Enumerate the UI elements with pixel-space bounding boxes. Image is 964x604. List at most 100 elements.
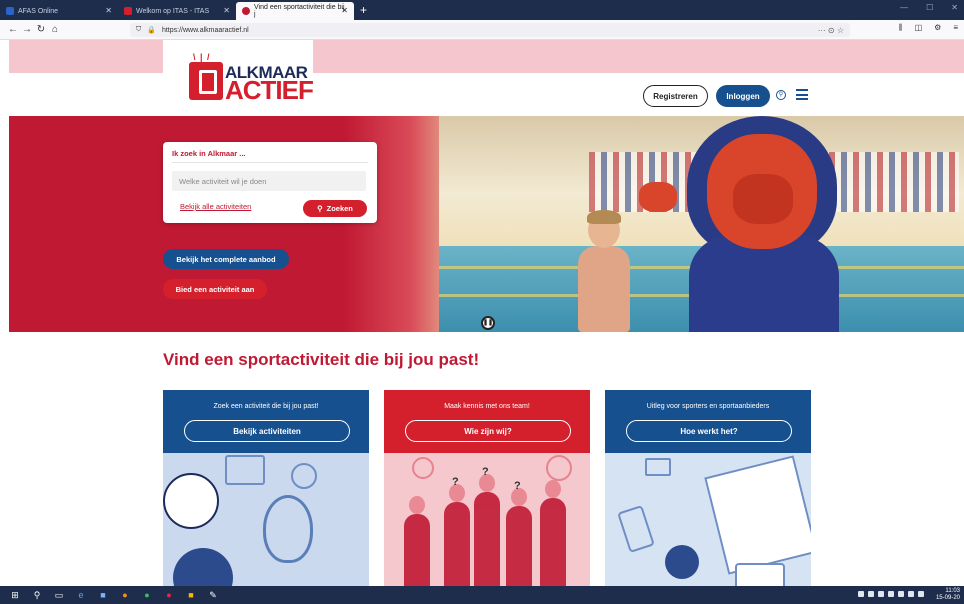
url-text: https://www.alkmaaractief.nl	[161, 26, 249, 34]
hero-banner	[9, 116, 964, 332]
tab-label: Welkom op ITAS - ITAS	[136, 7, 210, 15]
phone-icon	[617, 505, 655, 553]
sports-equipment-image	[163, 453, 369, 586]
logo-figure-icon	[189, 62, 223, 100]
register-button[interactable]: Registreren	[643, 85, 708, 107]
store-icon[interactable]: ■	[92, 590, 114, 600]
clock[interactable]: 11:03 15-09-20	[936, 588, 960, 602]
search-button[interactable]: ⚲ Zoeken	[303, 200, 367, 217]
maximize-icon[interactable]: ☐	[926, 3, 933, 12]
tennis-racket-icon	[263, 495, 313, 563]
reload-icon[interactable]: ↻	[34, 24, 48, 35]
close-tab-icon[interactable]: ✕	[341, 6, 348, 15]
logo-line2: ACTIEF	[225, 75, 314, 105]
menu-icon[interactable]: ≡	[953, 23, 958, 33]
card-caption: Maak kennis met ons team!	[444, 403, 530, 410]
tab-label: AFAS Online	[18, 7, 59, 15]
tab-label: Vind een sportactiviteit die bij j	[254, 4, 345, 18]
hero-photo-boy	[574, 210, 634, 332]
home-icon[interactable]: ⌂	[48, 24, 62, 35]
team-photo-image: ? ? ?	[384, 453, 590, 586]
hamburger-menu-icon[interactable]	[796, 89, 808, 100]
tray-icon[interactable]	[868, 591, 874, 597]
palette-icon	[291, 463, 317, 489]
search-button-label: Zoeken	[326, 204, 353, 213]
tab-afas-online[interactable]: AFAS Online ✕	[0, 2, 118, 20]
search-icon: ⚲	[317, 204, 323, 213]
windows-taskbar: ⊞ ⚲ ▭ e ■ ● ● ● ■ ✎ 11:03 15-09-20	[0, 586, 964, 604]
address-bar[interactable]: ⛉ 🔒 https://www.alkmaaractief.nl ··· ⊙ ☆	[130, 23, 850, 37]
minimize-icon[interactable]: —	[900, 3, 908, 12]
envelope-icon	[645, 458, 671, 476]
new-tab-button[interactable]: +	[354, 2, 373, 20]
desk-items-image	[605, 453, 811, 586]
tray-icon[interactable]	[878, 591, 884, 597]
page-actions[interactable]: ··· ⊙ ☆	[818, 26, 844, 35]
tray-icon[interactable]	[898, 591, 904, 597]
pause-slideshow-icon[interactable]: ❚❚	[481, 316, 495, 330]
app-icon[interactable]: ●	[158, 590, 180, 600]
activity-search-input[interactable]: Welke activiteit wil je doen	[172, 171, 366, 191]
sidebar-icon[interactable]: ◫	[915, 23, 923, 33]
firefox-icon[interactable]: ●	[114, 590, 136, 600]
hero-photo-mascot	[639, 116, 849, 332]
clock-date: 15-09-20	[935, 595, 960, 601]
tab-alkmaar-actief[interactable]: Vind een sportactiviteit die bij j ✕	[236, 2, 354, 20]
book-icon	[225, 455, 265, 485]
site-logo[interactable]: \ | / ALKMAAR ACTIEF	[163, 40, 314, 116]
complete-offer-button[interactable]: Bekijk het complete aanbod	[163, 249, 289, 269]
football-icon	[163, 473, 219, 529]
volume-icon[interactable]	[918, 591, 924, 597]
card-header: Maak kennis met ons team! Wie zijn wij?	[384, 390, 590, 453]
search-title: Ik zoek in Alkmaar ...	[172, 149, 246, 158]
extension-icon[interactable]: ⚙	[934, 23, 941, 33]
clock-time: 11:03	[945, 588, 960, 594]
who-are-we-button[interactable]: Wie zijn wij?	[405, 420, 571, 442]
lock-icon: 🔒	[147, 27, 156, 34]
login-button[interactable]: Inloggen	[716, 85, 770, 107]
how-it-works-button[interactable]: Hoe werkt het?	[626, 420, 792, 442]
logo-rays-icon: \ | /	[193, 52, 211, 62]
team-member	[540, 480, 566, 586]
card-meet-team: Maak kennis met ons team! Wie zijn wij? …	[384, 390, 590, 586]
search-placeholder: Welke activiteit wil je doen	[179, 176, 267, 186]
page-headline: Vind een sportactiviteit die bij jou pas…	[163, 350, 480, 369]
coffee-cup-icon	[665, 545, 699, 579]
task-view-icon[interactable]: ▭	[48, 590, 70, 601]
edge-icon[interactable]: e	[70, 590, 92, 600]
all-activities-link[interactable]: Bekijk alle activiteiten	[180, 202, 251, 211]
back-icon[interactable]: ←	[6, 24, 20, 35]
card-explanation: Uitleg voor sporters en sportaanbieders …	[605, 390, 811, 586]
system-tray	[858, 591, 924, 597]
team-member	[404, 496, 430, 586]
network-icon[interactable]	[908, 591, 914, 597]
racket-icon	[412, 457, 434, 479]
search-icon[interactable]: ⚲	[26, 590, 48, 601]
tray-icon[interactable]	[888, 591, 894, 597]
tray-icon[interactable]	[858, 591, 864, 597]
alkmaar-favicon-icon	[242, 7, 250, 15]
close-tab-icon[interactable]: ✕	[105, 6, 112, 15]
explorer-icon[interactable]: ■	[180, 590, 202, 600]
basketball-icon	[173, 548, 233, 586]
start-icon[interactable]: ⊞	[4, 590, 26, 601]
close-window-icon[interactable]: ✕	[951, 3, 958, 12]
card-caption: Zoek een activiteit die bij jou past!	[213, 403, 319, 410]
close-tab-icon[interactable]: ✕	[223, 6, 230, 15]
search-card: Ik zoek in Alkmaar ... Welke activiteit …	[163, 142, 377, 223]
tab-itas[interactable]: Welkom op ITAS - ITAS ✕	[118, 2, 236, 20]
paint-icon[interactable]: ✎	[202, 590, 224, 601]
ball-icon	[546, 455, 572, 481]
forward-icon[interactable]: →	[20, 24, 34, 35]
window-controls: — ☐ ✕	[900, 3, 958, 12]
itas-favicon-icon	[124, 7, 132, 15]
card-header: Zoek een activiteit die bij jou past! Be…	[163, 390, 369, 453]
view-activities-button[interactable]: Bekijk activiteiten	[184, 420, 350, 442]
accessibility-icon[interactable]: ⚲	[776, 90, 786, 100]
card-caption: Uitleg voor sporters en sportaanbieders	[646, 403, 770, 410]
provide-activity-button[interactable]: Bied een activiteit aan	[163, 279, 267, 299]
afas-favicon-icon	[6, 7, 14, 15]
chrome-icon[interactable]: ●	[136, 590, 158, 600]
library-icon[interactable]: ⫼	[899, 23, 903, 33]
card-header: Uitleg voor sporters en sportaanbieders …	[605, 390, 811, 453]
